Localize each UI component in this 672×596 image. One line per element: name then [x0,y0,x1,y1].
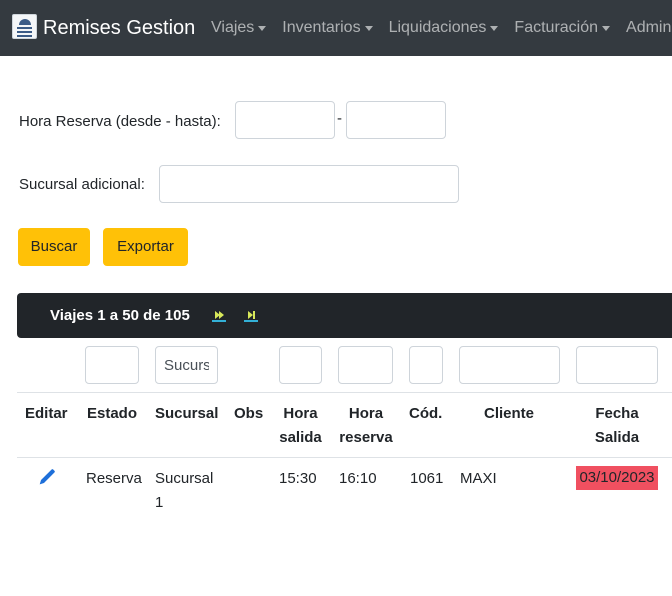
column-header-cliente[interactable]: Cliente [484,402,534,426]
column-header-editar[interactable]: Editar [25,402,68,426]
exportar-button[interactable]: Exportar [103,228,188,266]
cell-sucursal: Sucursal 1 [155,467,213,515]
nav-item-facturacion[interactable]: Facturación [514,18,611,38]
nav-item-label: Administ [626,19,672,36]
caret-down-icon [602,25,611,31]
header-line: salida [279,429,322,446]
header-line: Hora [348,405,384,422]
cell-line: 1 [155,494,164,511]
next-page-icon[interactable] [212,310,226,322]
nav-item-label: Viajes [211,19,255,36]
filter-hora-salida-input[interactable] [279,346,322,384]
column-header-hora-reserva[interactable]: Hora reserva [338,402,394,450]
cell-cliente: MAXI [460,470,497,487]
cell-line: Sucursal [155,470,214,487]
cell-fecha-salida: 03/10/2023 [576,466,658,490]
last-page-icon[interactable] [244,310,258,322]
caret-down-icon [364,25,373,31]
table-divider [17,457,672,458]
header-line: Hora [283,405,318,422]
filter-cliente-input[interactable] [459,346,560,384]
column-header-estado[interactable]: Estado [87,402,137,426]
pager-text: Viajes 1 a 50 de 105 [50,307,190,324]
cell-estado: Reserva [86,470,142,487]
nav-item-administracion[interactable]: Administ [626,18,672,38]
filter-fecha-salida-input[interactable] [576,346,658,384]
hora-reserva-label: Hora Reserva (desde - hasta): [19,113,221,130]
header-line: Salida [594,429,640,446]
filter-sucursal-input[interactable] [155,346,218,384]
nav-item-viajes[interactable]: Viajes [211,18,267,38]
nav-item-label: Liquidaciones [388,19,487,36]
filter-estado-input[interactable] [85,346,139,384]
sucursal-adicional-label: Sucursal adicional: [19,176,145,193]
cell-hora-reserva: 16:10 [339,470,377,487]
cell-cod: 1061 [410,470,444,487]
nav-item-inventarios[interactable]: Inventarios [282,18,373,38]
remises-logo-icon[interactable] [12,14,37,39]
column-header-cod[interactable]: Cód. [409,402,442,426]
nav-item-label: Inventarios [282,19,361,36]
nav-item-liquidaciones[interactable]: Liquidaciones [389,18,499,38]
header-line: reserva [339,429,393,446]
header-line: Fecha [595,405,639,422]
filter-hora-reserva-input[interactable] [338,346,393,384]
caret-down-icon [490,25,499,31]
sucursal-adicional-input[interactable] [159,165,459,203]
cell-hora-salida: 15:30 [279,470,317,487]
column-header-hora-salida[interactable]: Hora salida [279,402,322,450]
range-separator: - [337,110,342,127]
filter-cod-input[interactable] [409,346,443,384]
caret-down-icon [258,25,267,31]
hora-hasta-input[interactable] [346,101,446,139]
nav-menu: Viajes Inventarios Liquidaciones Factura… [211,18,672,38]
column-header-fecha-salida[interactable]: Fecha Salida [590,402,644,450]
hora-desde-input[interactable] [235,101,335,139]
brand-title[interactable]: Remises Gestion [43,15,195,41]
column-header-sucursal[interactable]: Sucursal [155,402,218,426]
table-divider [17,392,672,393]
column-header-obs[interactable]: Obs [234,402,263,426]
table-pager-bar: Viajes 1 a 50 de 105 [17,293,672,338]
buscar-button[interactable]: Buscar [18,228,90,266]
top-navbar: Remises Gestion Viajes Inventarios Liqui… [0,0,672,56]
nav-item-label: Facturación [514,19,599,36]
pencil-icon[interactable] [38,468,56,486]
